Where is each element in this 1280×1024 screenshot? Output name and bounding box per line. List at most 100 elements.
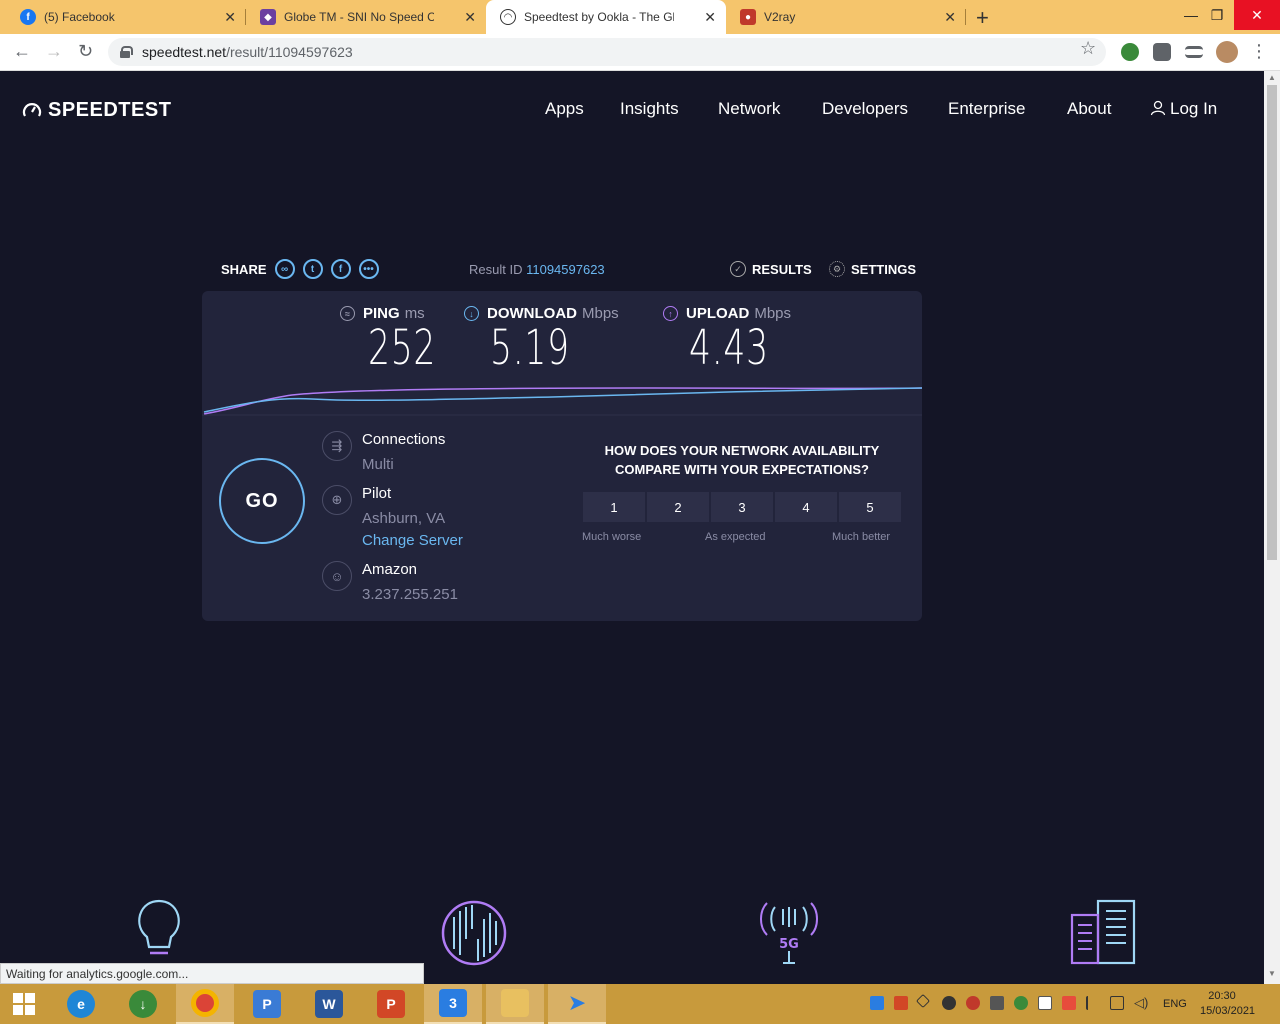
avatar[interactable] bbox=[1216, 41, 1238, 63]
tray-app-icon[interactable] bbox=[1038, 996, 1052, 1010]
buildings-icon bbox=[1070, 899, 1136, 965]
facebook-icon: f bbox=[20, 9, 36, 25]
go-label: GO bbox=[245, 489, 279, 512]
rating-button-2[interactable]: 2 bbox=[646, 491, 710, 523]
window-close-button[interactable]: ✕ bbox=[1234, 0, 1280, 30]
clock-time: 20:30 bbox=[1208, 990, 1236, 1002]
scroll-down-icon[interactable]: ▼ bbox=[1268, 969, 1276, 978]
rating-button-5[interactable]: 5 bbox=[838, 491, 902, 523]
taskbar-powerpoint[interactable]: P bbox=[362, 984, 420, 1024]
speedtest-logo[interactable]: SPEEDTEST bbox=[22, 99, 171, 122]
taskbar-file-explorer[interactable] bbox=[486, 984, 544, 1024]
download-value: 5.19 bbox=[490, 320, 570, 376]
speedtest-page: SPEEDTEST Apps Insights Network Develope… bbox=[0, 71, 1264, 984]
menu-kebab-icon[interactable]: ⋮ bbox=[1250, 41, 1268, 62]
tab-v2ray[interactable]: ● V2ray ✕ bbox=[726, 0, 966, 34]
share-row: SHARE ∞ t f ••• bbox=[221, 259, 379, 279]
rating-button-1[interactable]: 1 bbox=[582, 491, 646, 523]
lock-icon bbox=[120, 46, 133, 58]
bookmark-star-icon[interactable]: ☆ bbox=[1080, 38, 1096, 59]
tray-app-icon[interactable] bbox=[942, 996, 956, 1010]
tray-app-icon[interactable] bbox=[1014, 996, 1028, 1010]
language-indicator[interactable]: ENG bbox=[1163, 998, 1187, 1010]
connections-value: Multi bbox=[362, 456, 394, 473]
settings-button[interactable]: ⚙ SETTINGS bbox=[829, 261, 916, 277]
taskbar-app-3[interactable]: 3 bbox=[424, 984, 482, 1024]
tab-globe[interactable]: ◆ Globe TM - SNI No Speed Cap! C ✕ bbox=[246, 0, 486, 34]
lightbulb-icon bbox=[138, 899, 180, 955]
back-arrow-icon[interactable]: ← bbox=[13, 41, 31, 62]
scroll-up-icon[interactable]: ▲ bbox=[1268, 73, 1276, 82]
reading-list-icon[interactable] bbox=[1185, 46, 1203, 58]
address-bar[interactable]: speedtest.net/result/11094597623 bbox=[108, 38, 1106, 66]
server-location: Ashburn, VA bbox=[362, 510, 446, 527]
ping-icon: ≈ bbox=[340, 306, 355, 321]
tray-app-icon[interactable] bbox=[1062, 996, 1076, 1010]
speedtest-icon: ◠ bbox=[500, 9, 516, 25]
facebook-share-icon[interactable]: f bbox=[330, 259, 351, 279]
volume-icon[interactable]: ◁) bbox=[1134, 996, 1148, 1010]
results-button[interactable]: ✓ RESULTS bbox=[730, 261, 812, 277]
close-icon[interactable]: ✕ bbox=[944, 9, 956, 26]
login-label: Log In bbox=[1170, 99, 1218, 118]
more-options-icon[interactable]: ••• bbox=[358, 259, 379, 279]
result-id-value[interactable]: 11094597623 bbox=[526, 262, 605, 277]
results-label: RESULTS bbox=[752, 261, 812, 277]
nav-apps[interactable]: Apps bbox=[545, 99, 584, 119]
download-manager-icon: ↓ bbox=[129, 990, 157, 1018]
tray-app-icon[interactable] bbox=[966, 996, 980, 1010]
nav-developers[interactable]: Developers bbox=[822, 99, 908, 119]
tab-title: Globe TM - SNI No Speed Cap! C bbox=[284, 10, 434, 24]
close-icon[interactable]: ✕ bbox=[224, 9, 236, 26]
taskbar-download-manager[interactable]: ↓ bbox=[114, 984, 172, 1024]
globe-icon: ◆ bbox=[260, 9, 276, 25]
start-button[interactable] bbox=[0, 984, 48, 1024]
tab-strip: f (5) Facebook ✕ ◆ Globe TM - SNI No Spe… bbox=[0, 0, 1280, 34]
speed-graph bbox=[202, 387, 922, 416]
taskbar-chrome[interactable] bbox=[176, 984, 234, 1024]
ping-value: 252 bbox=[368, 320, 437, 376]
rating-button-4[interactable]: 4 bbox=[774, 491, 838, 523]
flag-icon[interactable] bbox=[1086, 996, 1100, 1010]
new-tab-button[interactable]: + bbox=[976, 5, 989, 31]
go-button[interactable]: GO bbox=[219, 458, 305, 544]
download-arrow-icon: ↓ bbox=[464, 306, 479, 321]
tab-speedtest[interactable]: ◠ Speedtest by Ookla - The Global ✕ bbox=[486, 0, 726, 34]
gauge-icon bbox=[22, 102, 42, 117]
tray-app-icon[interactable] bbox=[894, 996, 908, 1010]
connections-label: Connections bbox=[362, 431, 446, 448]
tray-app-icon[interactable] bbox=[990, 996, 1004, 1010]
url-host: speedtest.net bbox=[142, 44, 227, 60]
taskbar-app-p[interactable]: P bbox=[238, 984, 296, 1024]
tab-facebook[interactable]: f (5) Facebook ✕ bbox=[6, 0, 246, 34]
taskbar-edge[interactable]: e bbox=[52, 984, 110, 1024]
taskbar-clock[interactable]: 20:30 15/03/2021 bbox=[1200, 989, 1255, 1019]
extension-globe-icon[interactable] bbox=[1121, 43, 1139, 61]
network-icon[interactable] bbox=[1110, 996, 1124, 1010]
logo-text: SPEEDTEST bbox=[48, 99, 172, 121]
twitter-icon[interactable]: t bbox=[302, 259, 323, 279]
close-icon[interactable]: ✕ bbox=[464, 9, 476, 26]
nav-about[interactable]: About bbox=[1067, 99, 1111, 119]
scrollbar-thumb[interactable] bbox=[1267, 85, 1277, 560]
tray-telegram-icon[interactable] bbox=[915, 993, 931, 1009]
user-icon bbox=[1150, 100, 1166, 116]
paper-plane-icon: ➤ bbox=[567, 990, 587, 1015]
nav-insights[interactable]: Insights bbox=[620, 99, 679, 119]
tray-app-icon[interactable] bbox=[870, 996, 884, 1010]
rating-button-3[interactable]: 3 bbox=[710, 491, 774, 523]
page-scrollbar[interactable]: ▲ ▼ bbox=[1264, 71, 1280, 984]
taskbar-telegram[interactable]: ➤ bbox=[548, 984, 606, 1024]
forward-arrow-icon[interactable]: → bbox=[45, 41, 63, 62]
change-server-link[interactable]: Change Server bbox=[362, 532, 463, 549]
powerpoint-icon: P bbox=[377, 990, 405, 1018]
nav-network[interactable]: Network bbox=[718, 99, 780, 119]
link-icon[interactable]: ∞ bbox=[274, 259, 295, 279]
close-icon[interactable]: ✕ bbox=[704, 9, 716, 26]
nav-enterprise[interactable]: Enterprise bbox=[948, 99, 1025, 119]
taskbar-word[interactable]: W bbox=[300, 984, 358, 1024]
extensions-puzzle-icon[interactable] bbox=[1153, 43, 1171, 61]
globe-server-icon: ⊕ bbox=[322, 485, 352, 515]
reload-icon[interactable]: ↻ bbox=[78, 41, 93, 62]
nav-login[interactable]: Log In bbox=[1150, 99, 1217, 119]
